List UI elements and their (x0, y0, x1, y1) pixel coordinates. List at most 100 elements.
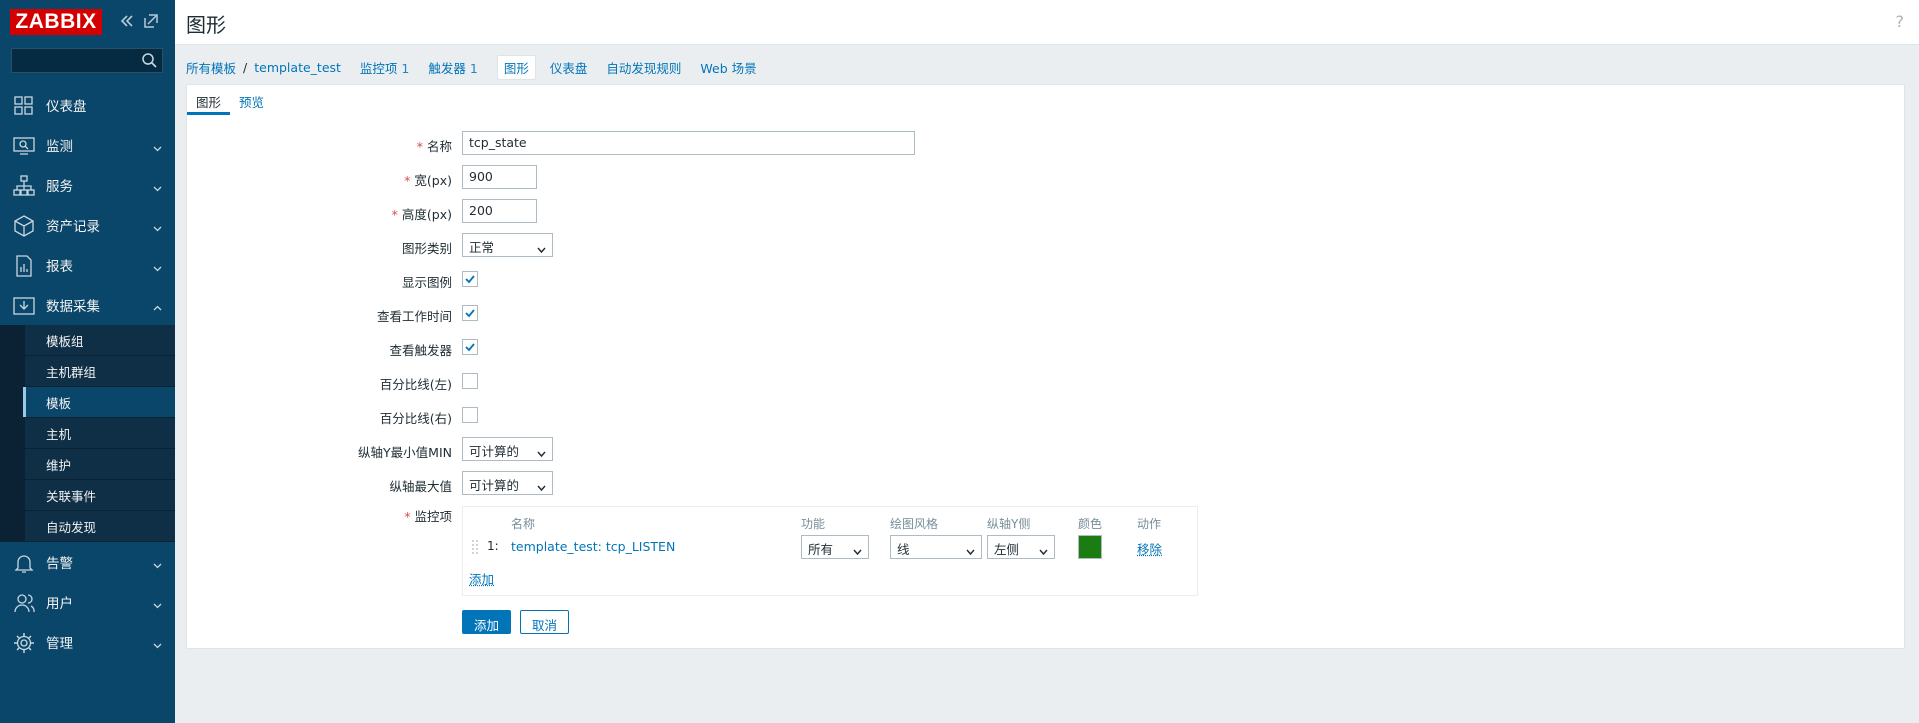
work-period-checkbox[interactable] (462, 305, 478, 321)
breadcrumb-all-templates[interactable]: 所有模板 (186, 58, 236, 77)
ymax-label: 纵轴最大值 (389, 479, 452, 494)
tab-graphs[interactable]: 图形 (496, 54, 536, 80)
tab-label: Web 场景 (700, 60, 757, 76)
menu-item-services[interactable]: 服务 (0, 165, 175, 205)
item-function-select[interactable]: 所有 (801, 535, 869, 559)
height-label: * 高度(px) (152, 204, 452, 223)
alerts-icon (13, 552, 35, 574)
tab-label: 仪表盘 (549, 60, 588, 76)
select-value: 可计算的 (469, 478, 520, 493)
select-value: 所有 (808, 542, 834, 557)
form-tab-graph[interactable]: 图形 (187, 85, 231, 115)
breadcrumb-template[interactable]: template_test (254, 60, 341, 75)
tab-dashboards[interactable]: 仪表盘 (550, 58, 588, 77)
chevron-down-icon (153, 638, 162, 649)
menu-item-users[interactable]: 用户 (0, 582, 175, 622)
menu-item-reports[interactable]: 报表 (0, 245, 175, 285)
services-icon (13, 175, 35, 197)
users-icon (13, 592, 35, 614)
menu-item-inventory[interactable]: 资产记录 (0, 205, 175, 245)
tab-web-scenarios[interactable]: Web 场景 (700, 58, 756, 77)
checkmark-icon (465, 309, 475, 318)
submenu-item-event-correlation[interactable]: 关联事件 (0, 480, 175, 511)
graph-type-select[interactable]: 正常 (462, 233, 553, 257)
menu-item-monitoring[interactable]: 监测 (0, 125, 175, 165)
tab-triggers[interactable]: 触发器 1 (428, 58, 477, 77)
submenu-item-maintenance[interactable]: 维护 (0, 449, 175, 480)
percent-right-checkbox[interactable] (462, 407, 478, 423)
chevron-down-icon (966, 544, 975, 556)
sidebar-search-input[interactable] (11, 48, 163, 73)
hide-sidebar-icon[interactable] (142, 12, 160, 30)
dashboard-icon (13, 95, 35, 117)
show-legend-label: 显示图例 (401, 275, 452, 290)
row-show-legend: 显示图例 (187, 267, 1904, 293)
cancel-button[interactable]: 取消 (520, 610, 570, 634)
col-header-y-side: 纵轴Y侧 (987, 517, 1031, 531)
show-legend-checkbox[interactable] (462, 271, 478, 287)
checkmark-icon (465, 275, 475, 284)
items-table: 名称 功能 绘图风格 纵轴Y侧 颜色 动作 1: template_test: … (462, 506, 1198, 596)
submenu-item-host-groups[interactable]: 主机群组 (0, 356, 175, 387)
label-text: 高度(px) (401, 207, 452, 222)
tab-discovery-rules[interactable]: 自动发现规则 (606, 58, 681, 77)
select-value: 可计算的 (469, 444, 520, 459)
submenu-item-template-groups[interactable]: 模板组 (0, 325, 175, 356)
add-item-link[interactable]: 添加 (469, 569, 494, 588)
breadcrumb: 所有模板 / template_test 监控项 1 触发器 1 图形 仪表盘 … (186, 54, 776, 80)
reports-icon (13, 255, 35, 277)
menu-item-data-collection[interactable]: 数据采集 (0, 285, 175, 325)
ymin-label: 纵轴Y最小值MIN (358, 445, 452, 460)
percent-left-checkbox[interactable] (462, 373, 478, 389)
tab-count: 1 (469, 60, 478, 76)
item-remove-link[interactable]: 移除 (1137, 539, 1162, 558)
add-button[interactable]: 添加 (462, 610, 512, 634)
submenu-item-templates[interactable]: 模板 (0, 387, 175, 418)
triggers-label: 查看触发器 (389, 343, 452, 358)
item-y-side-select[interactable]: 左侧 (987, 535, 1055, 559)
col-header-function: 功能 (801, 517, 826, 531)
name-label: * 名称 (152, 136, 452, 155)
menu-item-dashboard[interactable]: 仪表盘 (0, 85, 175, 125)
menu-label: 服务 (46, 179, 73, 195)
menu-item-administration[interactable]: 管理 (0, 622, 175, 662)
breadcrumb-separator: / (243, 59, 248, 75)
menu-label: 管理 (46, 636, 73, 652)
required-marker: * (416, 139, 423, 154)
ymax-select[interactable]: 可计算的 (462, 471, 553, 495)
sidebar: ZABBIX 仪表盘 监测 服务 资产记录 报表 数据采集 模板组 主机群组 模… (0, 0, 175, 723)
ymin-select[interactable]: 可计算的 (462, 437, 553, 461)
collapse-sidebar-icon[interactable] (118, 12, 136, 30)
tab-label: 自动发现规则 (606, 60, 682, 76)
form-tab-preview[interactable]: 预览 (230, 85, 273, 115)
submenu-item-discovery[interactable]: 自动发现 (0, 511, 175, 542)
checkmark-icon (465, 343, 475, 352)
item-draw-style-select[interactable]: 线 (890, 535, 982, 559)
zabbix-logo[interactable]: ZABBIX (10, 9, 102, 35)
item-name-link[interactable]: template_test: tcp_LISTEN (511, 539, 675, 554)
item-color-picker[interactable] (1078, 535, 1102, 559)
help-icon[interactable]: ? (1896, 12, 1905, 31)
chevron-down-icon (537, 242, 546, 254)
triggers-checkbox[interactable] (462, 339, 478, 355)
menu-label: 数据采集 (46, 299, 100, 315)
select-value: 左侧 (994, 542, 1020, 557)
graph-type-label: 图形类别 (401, 241, 452, 256)
height-input[interactable]: 200 (462, 199, 537, 223)
data-collection-icon (13, 295, 35, 317)
chevron-down-icon (537, 446, 546, 458)
width-input[interactable]: 900 (462, 165, 537, 189)
tab-label: 触发器 (428, 60, 466, 76)
menu-item-alerts[interactable]: 告警 (0, 542, 175, 582)
select-value: 正常 (469, 240, 495, 255)
drag-handle-icon[interactable] (471, 539, 479, 555)
row-work-period: 查看工作时间 (187, 301, 1904, 327)
chevron-down-icon (853, 544, 862, 556)
tab-items[interactable]: 监控项 1 (360, 58, 409, 77)
name-input[interactable]: tcp_state (462, 131, 915, 155)
search-icon[interactable] (141, 52, 158, 69)
width-label: * 宽(px) (152, 170, 452, 189)
submenu-item-hosts[interactable]: 主机 (0, 418, 175, 449)
required-marker: * (404, 509, 411, 524)
menu-label: 资产记录 (46, 219, 100, 235)
